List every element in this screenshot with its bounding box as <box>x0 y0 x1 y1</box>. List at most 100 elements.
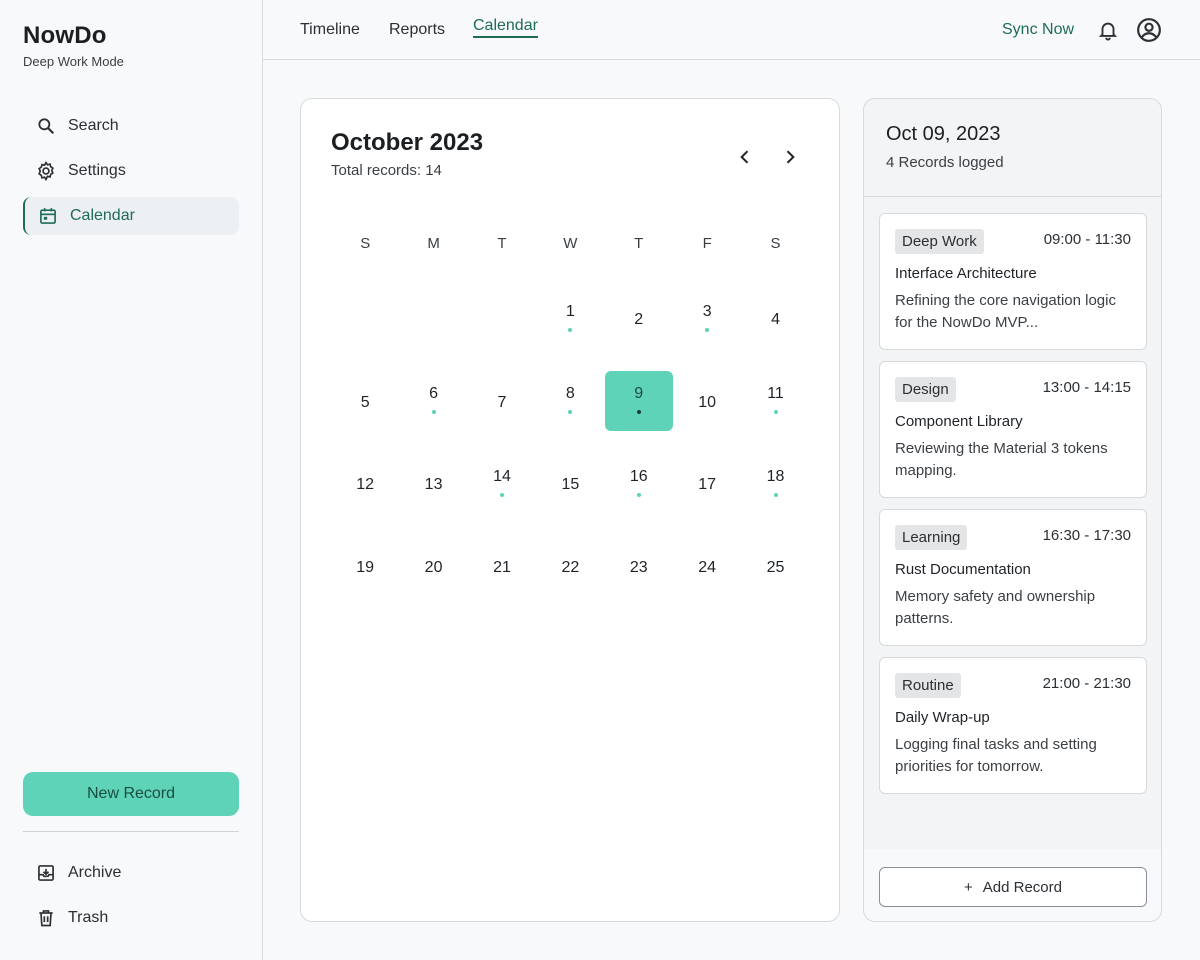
sidebar-item-label: Trash <box>68 909 109 926</box>
day-number: 12 <box>356 476 375 494</box>
calendar-day[interactable]: 2 <box>605 277 673 360</box>
calendar-day[interactable]: 10 <box>673 360 741 443</box>
panel-header: Oct 09, 2023 4 Records logged <box>864 99 1161 197</box>
calendar-day[interactable]: 7 <box>468 360 536 443</box>
calendar-day[interactable]: 14 <box>468 442 536 525</box>
sidebar-item-archive[interactable]: Archive <box>23 854 239 892</box>
sidebar-divider <box>23 831 239 832</box>
day-cell: 9 <box>604 370 673 431</box>
tab-calendar[interactable]: Calendar <box>473 0 538 52</box>
calendar-day[interactable]: 3 <box>673 277 741 360</box>
calendar-day[interactable]: 6 <box>399 360 467 443</box>
record-card[interactable]: Learning 16:30 - 17:30 Rust Documentatio… <box>879 509 1147 646</box>
day-cell: 24 <box>673 536 741 596</box>
selected-date: Oct 09, 2023 <box>886 123 1001 145</box>
day-cell: 19 <box>331 536 399 596</box>
app-title: NowDo <box>23 22 107 49</box>
calendar-empty-cell <box>468 277 536 360</box>
chevron-right-icon <box>786 150 795 164</box>
next-month-button[interactable] <box>778 145 802 169</box>
day-cell: 7 <box>468 371 536 431</box>
calendar-day[interactable]: 4 <box>741 277 809 360</box>
day-detail-panel: Oct 09, 2023 4 Records logged Deep Work … <box>863 98 1162 922</box>
record-indicator-dot <box>705 327 710 332</box>
calendar-day[interactable]: 5 <box>331 360 399 443</box>
account-circle-icon[interactable] <box>1135 16 1163 44</box>
calendar-day[interactable]: 23 <box>605 525 673 608</box>
archive-icon <box>35 862 57 884</box>
day-cell: 12 <box>331 453 399 513</box>
day-number: 9 <box>634 385 644 403</box>
sidebar-item-label: Archive <box>68 864 122 881</box>
day-cell: 17 <box>673 453 741 513</box>
record-tag: Design <box>895 377 956 402</box>
calendar-day[interactable]: 13 <box>399 442 467 525</box>
calendar-card: October 2023 Total records: 14 S M T W T… <box>300 98 840 922</box>
day-number: 24 <box>698 558 717 576</box>
new-record-button[interactable]: New Record <box>23 772 239 816</box>
record-tag: Learning <box>895 525 968 550</box>
brand: NowDo Deep Work Mode <box>23 22 124 69</box>
day-number: 21 <box>493 558 511 576</box>
calendar-day[interactable]: 19 <box>331 525 399 608</box>
calendar-day[interactable]: 21 <box>468 525 536 608</box>
sidebar-item-label: Settings <box>68 162 126 179</box>
sidebar-item-search[interactable]: Search <box>23 107 239 145</box>
tab-timeline[interactable]: Timeline <box>300 0 360 60</box>
calendar-day[interactable]: 16 <box>605 442 673 525</box>
sidebar-item-settings[interactable]: Settings <box>23 152 239 190</box>
day-number: 6 <box>429 385 439 403</box>
record-card[interactable]: Routine 21:00 - 21:30 Daily Wrap-up Logg… <box>879 657 1147 794</box>
weekday-header: S M T W T F S <box>331 235 811 252</box>
day-cell: 14 <box>468 453 536 513</box>
day-cell: 10 <box>673 371 741 431</box>
weekday-label: T <box>634 235 644 252</box>
record-time: 13:00 - 14:15 <box>1042 379 1131 396</box>
record-title: Rust Documentation <box>895 561 1031 578</box>
day-cell: 13 <box>400 453 468 513</box>
calendar-day-selected[interactable]: 9 <box>604 360 673 443</box>
sidebar-item-label: Search <box>68 117 119 134</box>
calendar-day[interactable]: 15 <box>536 442 604 525</box>
day-number: 20 <box>424 558 443 576</box>
record-card[interactable]: Design 13:00 - 14:15 Component Library R… <box>879 361 1147 498</box>
gear-icon <box>35 160 57 182</box>
calendar-day[interactable]: 24 <box>673 525 741 608</box>
record-description: Logging final tasks and setting prioriti… <box>895 736 1097 775</box>
calendar-day[interactable]: 25 <box>741 525 809 608</box>
sidebar-item-label: Calendar <box>70 207 135 224</box>
prev-month-button[interactable] <box>733 145 757 169</box>
calendar-day[interactable]: 17 <box>673 442 741 525</box>
day-cell: 15 <box>536 453 604 513</box>
calendar-day[interactable]: 12 <box>331 442 399 525</box>
calendar-day[interactable]: 8 <box>536 360 604 443</box>
sidebar-item-trash[interactable]: Trash <box>23 899 239 937</box>
sync-now-button[interactable]: Sync Now <box>1002 0 1074 60</box>
calendar-day[interactable]: 18 <box>741 442 809 525</box>
day-cell: 21 <box>468 536 536 596</box>
add-record-label: Add Record <box>982 878 1062 896</box>
bell-icon[interactable] <box>1096 18 1120 42</box>
calendar-week-row: 1 2 3 4 <box>331 277 811 360</box>
record-indicator-dot <box>636 492 641 497</box>
calendar-day[interactable]: 22 <box>536 525 604 608</box>
day-cell: 1 <box>536 288 604 348</box>
record-list: Deep Work 09:00 - 11:30 Interface Archit… <box>879 213 1147 805</box>
month-title: October 2023 <box>331 129 484 156</box>
day-cell: 3 <box>673 288 741 348</box>
day-number: 14 <box>493 467 511 485</box>
sidebar-nav: Search Settings Calendar <box>23 107 239 242</box>
day-cell: 5 <box>331 371 399 431</box>
day-cell: 2 <box>605 288 673 348</box>
record-card[interactable]: Deep Work 09:00 - 11:30 Interface Archit… <box>879 213 1147 350</box>
day-number: 22 <box>561 558 580 576</box>
chevron-left-icon <box>740 150 749 164</box>
sidebar-item-calendar[interactable]: Calendar <box>23 197 239 235</box>
calendar-day[interactable]: 20 <box>399 525 467 608</box>
calendar-day[interactable]: 11 <box>741 360 809 443</box>
day-cell: 20 <box>400 536 468 596</box>
record-indicator-dot <box>636 410 641 415</box>
tab-reports[interactable]: Reports <box>389 0 445 60</box>
add-record-button[interactable]: + Add Record <box>879 867 1147 907</box>
calendar-day[interactable]: 1 <box>536 277 604 360</box>
